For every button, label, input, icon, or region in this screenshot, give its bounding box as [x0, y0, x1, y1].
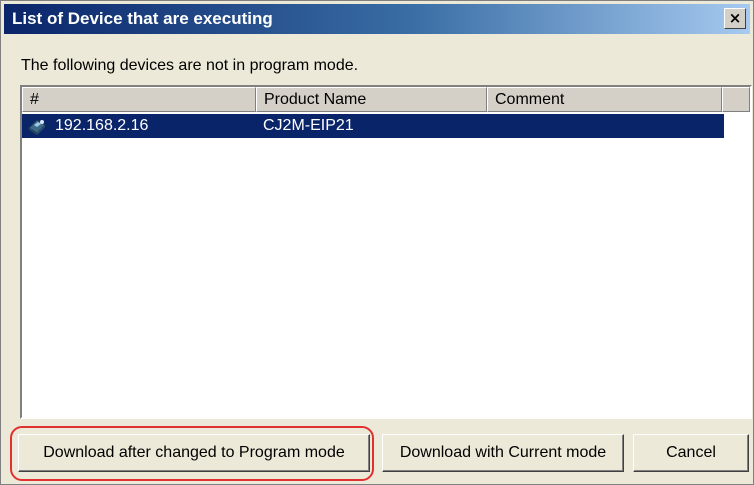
list-header: # Product Name Comment	[22, 87, 750, 112]
download-current-mode-button[interactable]: Download with Current mode	[382, 434, 624, 472]
column-header-filler	[722, 87, 750, 112]
device-product-name: CJ2M-EIP21	[263, 117, 354, 134]
column-header-product-name[interactable]: Product Name	[256, 87, 487, 112]
window-title: List of Device that are executing	[12, 9, 273, 28]
device-icon	[28, 119, 46, 135]
table-row[interactable]: 192.168.2.16 CJ2M-EIP21	[22, 114, 724, 138]
dialog-window: List of Device that are executing × The …	[0, 0, 754, 485]
close-button[interactable]: ×	[724, 8, 746, 29]
highlight-outline	[10, 426, 374, 481]
column-header-number[interactable]: #	[22, 87, 256, 112]
device-list[interactable]: # Product Name Comment 192.168.2.16 CJ2M…	[20, 85, 752, 419]
title-bar[interactable]: List of Device that are executing ×	[4, 4, 750, 34]
column-header-comment[interactable]: Comment	[487, 87, 722, 112]
cancel-button[interactable]: Cancel	[633, 434, 749, 472]
info-message: The following devices are not in program…	[21, 57, 359, 74]
device-address: 192.168.2.16	[55, 117, 149, 134]
